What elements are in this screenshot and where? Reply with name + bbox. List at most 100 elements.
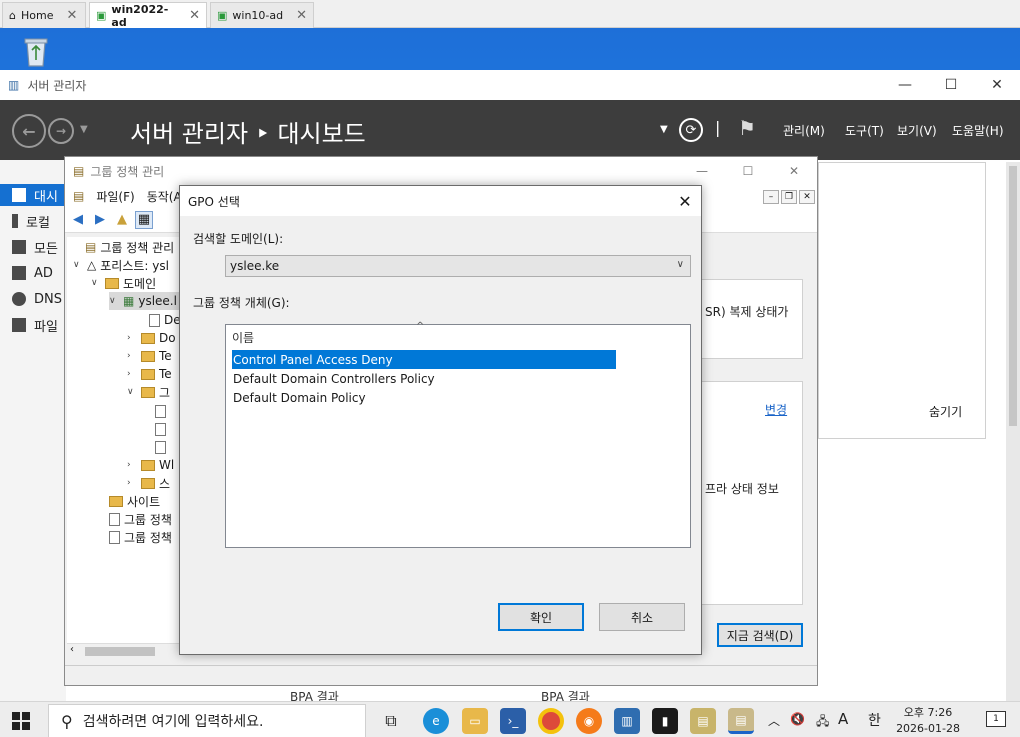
collapse-icon[interactable]: ∨ xyxy=(91,278,101,288)
language-indicator[interactable]: 한 xyxy=(868,710,881,730)
back-button[interactable]: ← xyxy=(12,114,46,148)
sidebar-item-local-server[interactable]: 로컬 xyxy=(0,210,66,232)
scroll-left-icon[interactable]: ‹ xyxy=(70,644,74,655)
powershell-icon[interactable]: ›_ xyxy=(500,708,526,734)
expand-icon[interactable]: › xyxy=(127,460,137,470)
close-icon[interactable]: ✕ xyxy=(296,8,307,23)
taskbar-search-box[interactable]: ⚲ 검색하려면 여기에 입력하세요. xyxy=(48,704,366,737)
firefox-icon[interactable]: ◉ xyxy=(576,708,602,734)
tree-node-gpo[interactable] xyxy=(155,438,170,456)
column-header-name[interactable]: 이름 xyxy=(232,329,254,346)
collapse-icon[interactable]: ∨ xyxy=(109,296,119,306)
taskbar-clock[interactable]: 오후 7:26 2026-01-28 xyxy=(896,705,960,737)
file-services-icon xyxy=(12,318,26,332)
tree-node-gpo-link[interactable]: De xyxy=(135,311,181,329)
tree-node-starter-gpos[interactable]: › 스 xyxy=(127,474,170,492)
sidebar-item-all-servers[interactable]: 모든 xyxy=(0,236,66,258)
tree-node-gpo[interactable] xyxy=(155,402,170,420)
gpo-list-item[interactable]: Default Domain Controllers Policy xyxy=(232,369,616,388)
maximize-button[interactable]: ☐ xyxy=(928,70,974,100)
tree-node-modeling[interactable]: 그룹 정책 xyxy=(95,510,172,528)
tree-node-ou[interactable]: › Do xyxy=(127,329,176,347)
scrollbar-thumb[interactable] xyxy=(1009,166,1017,426)
sidebar-item-dashboard[interactable]: 대시 xyxy=(0,184,66,206)
tree-node-wmi-filters[interactable]: › Wl xyxy=(127,456,174,474)
tab-win2022-ad[interactable]: ▣ win2022-ad ✕ xyxy=(89,2,207,29)
detect-now-button[interactable]: 지금 검색(D) xyxy=(717,623,803,647)
scrollbar-thumb[interactable] xyxy=(85,647,155,656)
menu-tools[interactable]: 도구(T) xyxy=(845,122,884,139)
minimize-button[interactable]: — xyxy=(882,70,928,100)
sidebar-item-file[interactable]: 파일 xyxy=(0,314,66,336)
domain-select[interactable]: yslee.ke ∨ xyxy=(225,255,691,277)
sidebar-item-ad[interactable]: AD xyxy=(0,262,66,284)
collapse-icon[interactable]: ∨ xyxy=(73,260,83,270)
vertical-scrollbar[interactable] xyxy=(1006,162,1020,701)
menu-file[interactable]: 파일(F) xyxy=(96,188,134,205)
task-view-icon[interactable]: ⧉ xyxy=(378,708,404,734)
hide-link[interactable]: 숨기기 xyxy=(929,403,962,420)
tree-node-sites[interactable]: 사이트 xyxy=(95,492,160,510)
close-button[interactable]: ✕ xyxy=(974,70,1020,100)
tree-node-domains[interactable]: ∨ 도메인 xyxy=(91,274,156,292)
show-hidden-icons-icon[interactable]: ︿ xyxy=(768,712,780,729)
server-manager-taskbar-icon[interactable]: ▥ xyxy=(614,708,640,734)
up-folder-icon[interactable]: ▲ xyxy=(113,211,131,229)
ad-tool-icon[interactable]: ▤ xyxy=(690,708,716,734)
gpo-list-item[interactable]: Control Panel Access Deny xyxy=(232,350,616,369)
show-hide-tree-icon[interactable]: ▦ xyxy=(135,210,153,229)
tab-win10-ad[interactable]: ▣ win10-ad ✕ xyxy=(210,2,314,28)
expand-icon[interactable]: › xyxy=(127,369,137,379)
tree-node-ou[interactable]: › Te xyxy=(127,365,172,383)
recycle-bin-icon[interactable] xyxy=(18,36,54,68)
expand-icon[interactable]: › xyxy=(127,333,137,343)
tree-node-results[interactable]: 그룹 정책 xyxy=(95,528,172,546)
gpo-list-item[interactable]: Default Domain Policy xyxy=(232,388,616,407)
menu-action[interactable]: 동작(A xyxy=(147,188,182,205)
notification-center-icon[interactable]: 1 xyxy=(986,711,1006,727)
maximize-button[interactable]: ☐ xyxy=(725,157,771,185)
tree-node-domain[interactable]: ∨ ▦ yslee.l xyxy=(109,292,181,310)
tree-node-gpo[interactable] xyxy=(155,420,170,438)
expand-icon[interactable]: › xyxy=(127,478,137,488)
edge-icon[interactable]: e xyxy=(423,708,449,734)
menu-manage[interactable]: 관리(M) xyxy=(783,122,825,139)
change-link[interactable]: 변경 xyxy=(765,401,787,418)
close-icon[interactable]: ✕ xyxy=(189,8,200,23)
refresh-icon[interactable]: ⟳ xyxy=(679,118,703,142)
gpmc-taskbar-icon[interactable]: ▤ xyxy=(728,708,754,734)
forward-button[interactable]: → xyxy=(48,118,74,144)
inner-restore-button[interactable]: ❐ xyxy=(781,190,797,204)
inner-minimize-button[interactable]: – xyxy=(763,190,779,204)
close-button[interactable]: ✕ xyxy=(771,157,817,185)
cancel-button[interactable]: 취소 xyxy=(599,603,685,631)
server-icon xyxy=(12,214,18,228)
tree-node-root[interactable]: ▤ 그룹 정책 관리 xyxy=(71,238,174,256)
ok-button[interactable]: 확인 xyxy=(498,603,584,631)
history-dropdown-icon[interactable]: ▼ xyxy=(80,124,88,135)
tab-home[interactable]: ⌂ Home ✕ xyxy=(2,2,86,28)
collapse-icon[interactable]: ∨ xyxy=(127,387,137,397)
chrome-icon[interactable] xyxy=(538,708,564,734)
menu-help[interactable]: 도움말(H) xyxy=(952,122,1004,139)
notifications-flag-icon[interactable]: ⚑ xyxy=(738,116,756,140)
dialog-close-button[interactable]: ✕ xyxy=(669,186,701,216)
minimize-button[interactable]: — xyxy=(679,157,725,185)
menu-view[interactable]: 보기(V) xyxy=(897,122,937,139)
close-icon[interactable]: ✕ xyxy=(66,8,77,23)
tree-node-forest[interactable]: ∨ △ 포리스트: ysl xyxy=(73,256,169,274)
ime-mode-indicator[interactable]: A xyxy=(838,710,848,728)
network-icon[interactable]: 🖧 xyxy=(816,712,829,733)
command-prompt-icon[interactable]: ▮ xyxy=(652,708,678,734)
file-explorer-icon[interactable]: ▭ xyxy=(462,708,488,734)
sidebar-item-dns[interactable]: DNS xyxy=(0,288,66,310)
expand-icon[interactable]: › xyxy=(127,351,137,361)
forward-arrow-icon[interactable]: ▶ xyxy=(91,211,109,229)
windows-start-icon[interactable] xyxy=(12,712,30,730)
back-arrow-icon[interactable]: ◀ xyxy=(69,211,87,229)
tree-node-gpo-container[interactable]: ∨ 그 xyxy=(127,383,170,401)
dropdown-icon[interactable]: ▼ xyxy=(660,124,668,135)
inner-close-button[interactable]: ✕ xyxy=(799,190,815,204)
tree-node-ou[interactable]: › Te xyxy=(127,347,172,365)
volume-muted-icon[interactable]: 🔇 xyxy=(790,712,805,726)
